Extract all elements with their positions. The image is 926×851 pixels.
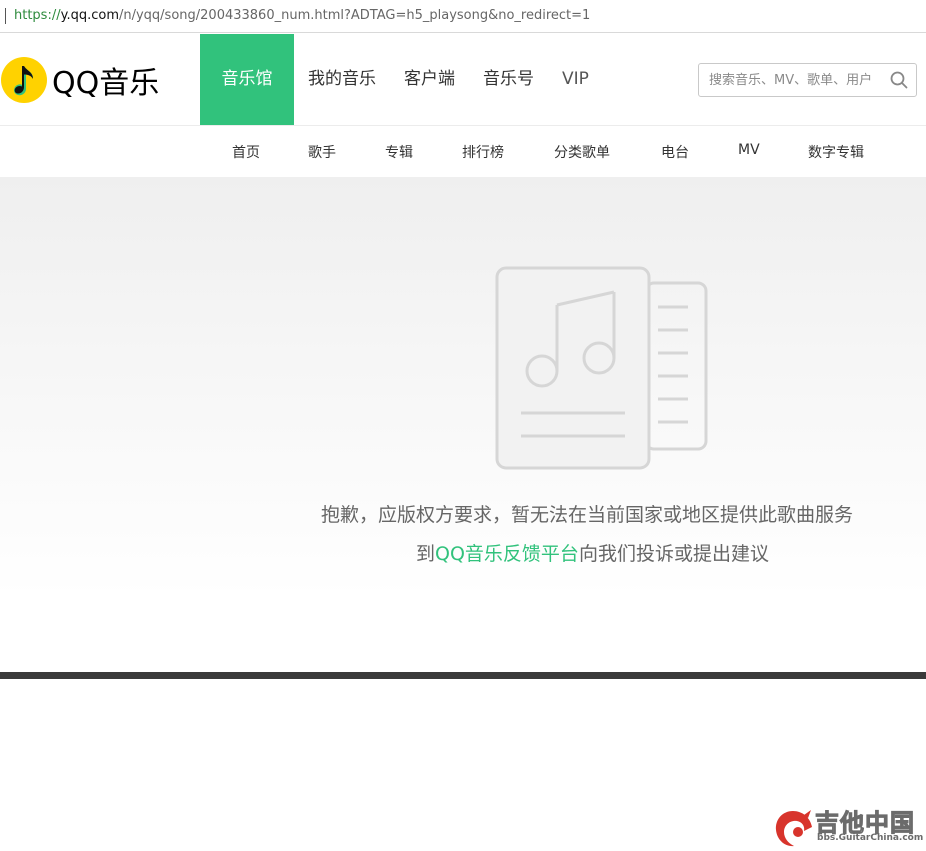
- feedback-suffix: 向我们投诉或提出建议: [578, 543, 769, 565]
- search-input[interactable]: [709, 64, 887, 96]
- feedback-prefix: 到: [416, 543, 436, 565]
- forum-watermark: 吉他中国 bbs.GuitarChina.com: [770, 803, 924, 849]
- url-scheme: https://: [14, 8, 61, 23]
- main-nav: 音乐馆 我的音乐 客户端 音乐号 VIP: [200, 34, 603, 125]
- nav-item-client[interactable]: 客户端: [390, 34, 469, 125]
- bottom-bar: [0, 672, 926, 679]
- brand-name: QQ音乐: [52, 66, 160, 101]
- subnav-item-radio[interactable]: 电台: [661, 142, 689, 162]
- nav-item-music-account[interactable]: 音乐号: [469, 34, 548, 125]
- nav-item-music-hall[interactable]: 音乐馆: [200, 34, 294, 125]
- text-caret: [5, 8, 6, 24]
- watermark-url: bbs.GuitarChina.com: [817, 833, 924, 843]
- subnav-item-digital-albums[interactable]: 数字专辑: [808, 142, 864, 162]
- copyright-notice: 抱歉，应版权方要求，暂无法在当前国家或地区提供此歌曲服务: [321, 504, 854, 526]
- url-host: y.qq.com: [60, 8, 119, 23]
- subnav-item-albums[interactable]: 专辑: [385, 142, 413, 162]
- feedback-line: 到QQ音乐反馈平台向我们投诉或提出建议: [0, 539, 926, 566]
- subnav-item-mv[interactable]: MV: [738, 142, 760, 158]
- main-content: 抱歉，应版权方要求，暂无法在当前国家或地区提供此歌曲服务 到QQ音乐反馈平台向我…: [0, 177, 926, 847]
- subnav-item-charts[interactable]: 排行榜: [462, 142, 504, 162]
- url-path: /n/yqq/song/200433860_num.html?ADTAG=h5_…: [118, 8, 591, 23]
- browser-address-bar[interactable]: https://y.qq.com/n/yqq/song/200433860_nu…: [0, 0, 926, 33]
- dragon-logo-icon: [775, 810, 812, 847]
- subnav-item-singers[interactable]: 歌手: [308, 142, 336, 162]
- subnav-item-playlists[interactable]: 分类歌单: [554, 142, 610, 162]
- feedback-platform-link[interactable]: QQ音乐反馈平台: [435, 543, 579, 565]
- qq-music-logo-icon: [1, 57, 47, 103]
- nav-item-my-music[interactable]: 我的音乐: [294, 34, 390, 125]
- nav-item-vip[interactable]: VIP: [548, 34, 603, 125]
- sub-nav: 首页 歌手 专辑 排行榜 分类歌单 电台 MV 数字专辑: [0, 126, 926, 177]
- subnav-item-home[interactable]: 首页: [232, 142, 260, 162]
- search-box[interactable]: [698, 63, 917, 97]
- music-document-icon: [495, 266, 708, 470]
- address-url[interactable]: https://y.qq.com/n/yqq/song/200433860_nu…: [14, 8, 590, 23]
- search-icon[interactable]: [890, 71, 908, 89]
- site-header: QQ音乐 音乐馆 我的音乐 客户端 音乐号 VIP: [0, 34, 926, 125]
- qq-music-logo[interactable]: QQ音乐: [0, 54, 159, 106]
